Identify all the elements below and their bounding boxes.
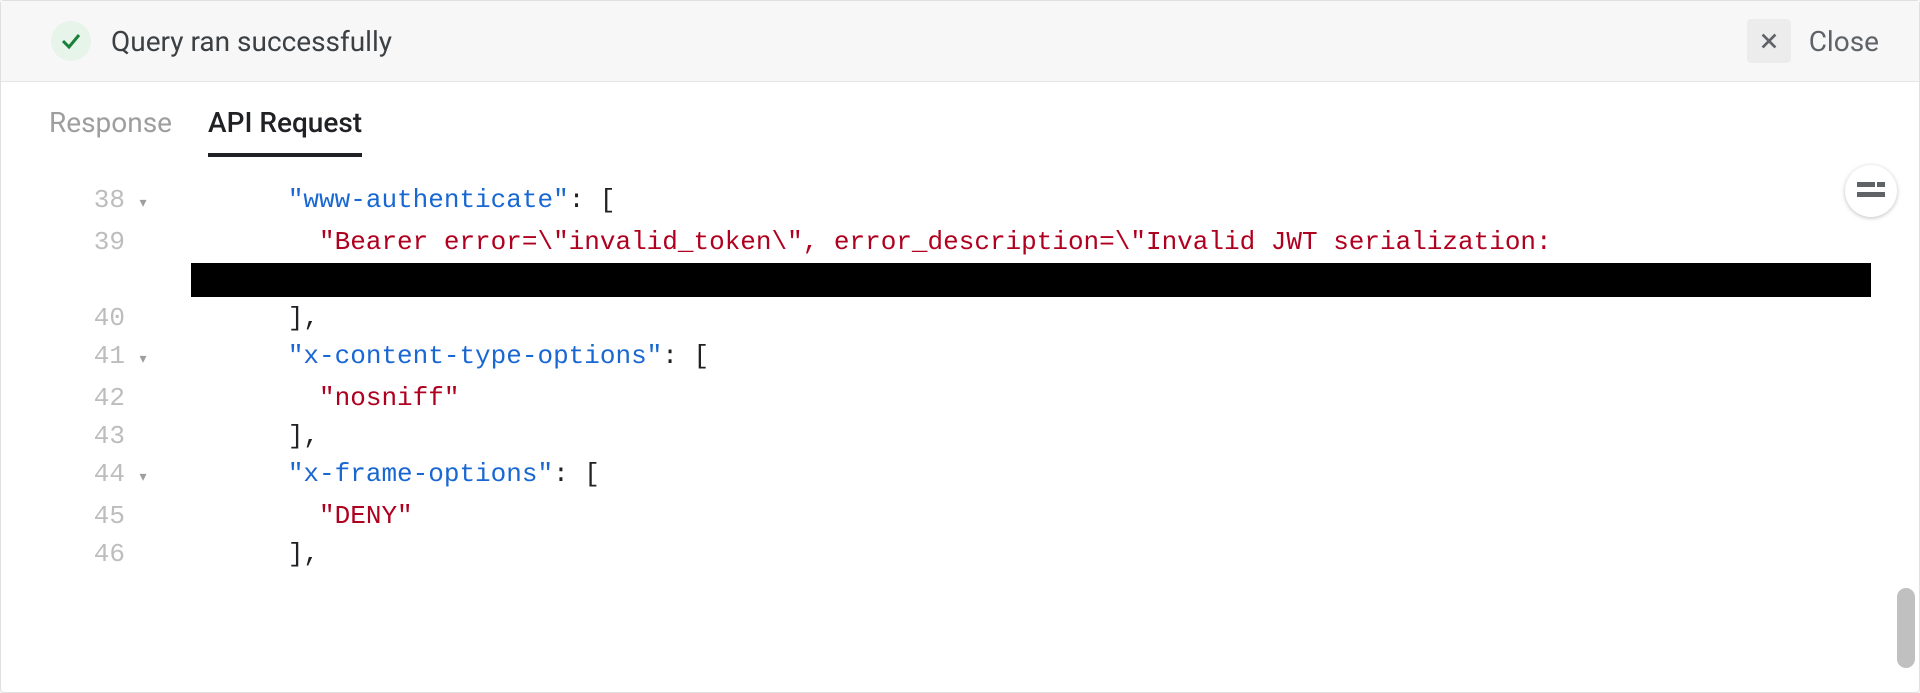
fold-toggle-icon [131, 497, 155, 501]
line-number: 41 [1, 337, 131, 375]
header-bar: Query ran successfully Close [1, 1, 1919, 82]
header-left: Query ran successfully [51, 21, 392, 61]
code-line: 39 "Bearer error=\"invalid_token\", erro… [1, 223, 1919, 261]
code-line: 41▾ "x-content-type-options": [ [1, 337, 1919, 379]
fold-toggle-icon [131, 223, 155, 227]
fold-toggle-icon [131, 299, 155, 303]
tab-api-request[interactable]: API Request [208, 106, 362, 157]
fold-toggle-icon[interactable]: ▾ [131, 181, 155, 223]
code-line: 40 ], [1, 299, 1919, 337]
code-line: 38▾ "www-authenticate": [ [1, 181, 1919, 223]
line-number: 42 [1, 379, 131, 417]
close-icon[interactable] [1747, 19, 1791, 63]
code-line: 44▾ "x-frame-options": [ [1, 455, 1919, 497]
code-content: "DENY" [155, 497, 1919, 535]
code-content: "x-content-type-options": [ [155, 337, 1919, 375]
code-line: 46 ], [1, 535, 1919, 573]
code-content: "Bearer error=\"invalid_token\", error_d… [155, 223, 1919, 261]
code-content: ], [155, 417, 1919, 455]
code-content: "x-frame-options": [ [155, 455, 1919, 493]
line-number: 45 [1, 497, 131, 535]
code-line: 42 "nosniff" [1, 379, 1919, 417]
close-button[interactable]: Close [1809, 25, 1879, 58]
line-number: 44 [1, 455, 131, 493]
line-number: 46 [1, 535, 131, 573]
success-check-icon [51, 21, 91, 61]
line-number: 39 [1, 223, 131, 261]
wrap-lines-icon[interactable] [1845, 165, 1897, 217]
code-viewer: 38▾ "www-authenticate": [39 "Bearer erro… [1, 157, 1919, 692]
line-number: 40 [1, 299, 131, 337]
line-number: 43 [1, 417, 131, 455]
header-right: Close [1747, 19, 1879, 63]
fold-toggle-icon[interactable]: ▾ [131, 337, 155, 379]
code-line: 45 "DENY" [1, 497, 1919, 535]
code-content: "www-authenticate": [ [155, 181, 1919, 219]
fold-toggle-icon [131, 379, 155, 383]
code-content: ], [155, 535, 1919, 573]
tab-response[interactable]: Response [49, 106, 172, 157]
fold-toggle-icon[interactable]: ▾ [131, 455, 155, 497]
tabs: Response API Request [1, 82, 1919, 157]
code-content: ], [155, 299, 1919, 337]
code-line: 43 ], [1, 417, 1919, 455]
vertical-scrollbar[interactable] [1897, 588, 1915, 668]
status-text: Query ran successfully [111, 25, 392, 58]
code-content: "nosniff" [155, 379, 1919, 417]
query-result-panel: Query ran successfully Close Response AP… [0, 0, 1920, 693]
fold-toggle-icon [131, 417, 155, 421]
fold-toggle-icon [131, 535, 155, 539]
line-number: 38 [1, 181, 131, 219]
redacted-bar [1, 261, 1919, 299]
